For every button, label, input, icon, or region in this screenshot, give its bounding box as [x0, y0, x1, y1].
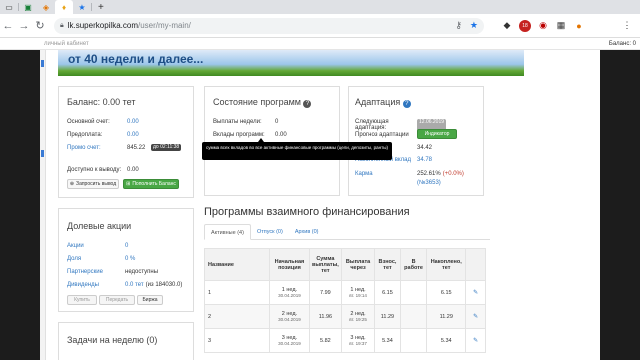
tab-kopilka[interactable]: ♦ — [55, 0, 73, 14]
back-icon[interactable]: ← — [0, 20, 16, 32]
shares-row: Доля 0 % — [67, 256, 136, 262]
page-content: от 40 недели и далее... Баланс: 0.00 тет… — [40, 50, 600, 360]
request-withdraw-button[interactable]: ⊕ Запросить вывод — [67, 179, 119, 189]
column-header — [465, 248, 486, 281]
table-header-row: Название Начальная позиция Сумма выплаты… — [203, 248, 486, 281]
program-state-row: Выплаты недели: 0 — [213, 119, 279, 125]
programs-title: Программы взаимного финансирования — [204, 206, 410, 218]
lock-icon: 🔒︎ — [60, 21, 64, 29]
new-tab-button[interactable]: + — [98, 2, 104, 13]
karma-rank-row: (№3653) — [417, 180, 441, 186]
url-host: lk.superkopilka.com — [67, 21, 138, 30]
left-scroll-strip — [40, 50, 46, 360]
program-state-row: Вклады программ: 0.00 — [213, 132, 287, 138]
extension-badge[interactable]: 18 — [519, 19, 531, 32]
sheets-icon: ▣ — [24, 2, 32, 12]
header-balance: Баланс: 0 — [608, 40, 636, 47]
strip-marker — [41, 60, 44, 67]
karma-rank[interactable]: (№3653) — [417, 180, 441, 186]
tab-sheets[interactable]: ▣ — [19, 0, 37, 14]
adaptation-title: Адаптация ? — [355, 97, 411, 108]
browser-toolbar: ← → ↻ 🔒︎ lk.superkopilka.com /user/my-ma… — [0, 14, 640, 38]
balance-title: Баланс: 0.00 тет — [67, 97, 136, 107]
profile-avatar[interactable]: ● — [570, 21, 588, 31]
shares-row: Акции 0 — [67, 243, 129, 249]
shares-panel: Долевые акции Акции 0 Доля 0 % Партнерск… — [58, 208, 194, 312]
karma-change: (+0.0%) — [442, 171, 464, 177]
tab-active[interactable]: Активные (4) — [204, 224, 251, 240]
tasks-title: Задачи на неделю (0) — [67, 335, 158, 345]
tab-extension[interactable]: ◈ — [37, 0, 55, 14]
shares-title: Долевые акции — [67, 221, 132, 231]
page-icon: ▭ — [5, 2, 13, 12]
browser-tab-bar: ▭ ▣ ◈ ♦ ★ + — [0, 0, 640, 14]
plus-icon: ⊞ — [126, 181, 131, 187]
column-header: Сумма выплаты, тет — [308, 248, 343, 281]
tab-starred[interactable]: ★ — [73, 0, 91, 14]
programs-tabs: Активные (4) Отпуск (0) Архив (0) — [204, 224, 490, 240]
balance-row: Основной счет: 0.00 — [67, 119, 139, 125]
adaptation-row: Карма 252.61% (+0.0%) — [355, 171, 464, 177]
topup-balance-button[interactable]: ⊞ Пополнить Баланс — [123, 179, 179, 189]
edit-icon[interactable]: ✎ — [473, 314, 478, 320]
table-row[interactable]: 1 1 нед. 30.04.2019 7.99 1 нед. вт. 19:14 … — [203, 280, 486, 305]
banner-title: от 40 недели и далее... — [68, 52, 204, 66]
help-icon[interactable]: ? — [402, 100, 411, 108]
exchange-button[interactable]: Биржа — [137, 295, 163, 305]
kopilka-icon: ♦ — [61, 2, 67, 12]
promo-timer-badge: до 02:11:38 — [151, 144, 182, 151]
shares-row: Дивиденды 0.0 тет (из 184030.0) — [67, 282, 183, 288]
tab-separator — [91, 3, 92, 11]
table-row[interactable]: 3 3 нед. 30.04.2019 5.82 3 нед. вт. 19:37 … — [203, 328, 486, 353]
menu-icon[interactable]: ⋮ — [618, 20, 636, 31]
url-path: /user/my-main/ — [137, 21, 191, 30]
transfer-button[interactable]: Передать — [99, 295, 135, 305]
column-header: Название — [203, 248, 271, 281]
edit-icon[interactable]: ✎ — [473, 338, 478, 344]
extension-puzzle-icon[interactable]: ◆ — [498, 20, 516, 31]
balance-row: Предоплата: 0.00 — [67, 132, 139, 138]
breadcrumb: личный кабинет — [44, 40, 89, 47]
programs-table: Название Начальная позиция Сумма выплаты… — [203, 248, 486, 353]
help-icon[interactable]: ? — [303, 100, 312, 108]
edit-icon[interactable]: ✎ — [473, 290, 478, 296]
column-header: Накоплено, тет — [426, 248, 467, 281]
tab-vacation[interactable]: Отпуск (0) — [251, 224, 289, 240]
column-header: Выплата через — [341, 248, 375, 281]
forecast-row: Прогноз адаптации — [355, 132, 409, 138]
balance-panel: Баланс: 0.00 тет Основной счет: 0.00 Пре… — [58, 86, 194, 198]
forward-icon[interactable]: → — [16, 20, 32, 32]
tasks-panel: Задачи на неделю (0) — [58, 322, 194, 360]
adaptation-panel: Адаптация ? Следующая адаптация: 12.06.2… — [348, 86, 484, 196]
bookmark-star-icon[interactable]: ★ — [470, 20, 478, 31]
star-icon: ★ — [78, 2, 86, 12]
column-header: Взнос, тет — [373, 248, 402, 281]
extension-icon[interactable]: ◉ — [534, 20, 552, 31]
extension-icon: ◈ — [42, 2, 50, 12]
indicator-button[interactable]: Индикатор — [417, 129, 457, 139]
buy-button[interactable]: Купить — [67, 295, 97, 305]
extension-icon[interactable]: ▦ — [552, 20, 570, 31]
tab-archive[interactable]: Архив (0) — [289, 224, 325, 240]
withdraw-row: Доступно к выводу: 0.00 — [67, 167, 139, 173]
address-bar[interactable]: 🔒︎ lk.superkopilka.com /user/my-main/ ⚷ … — [54, 17, 484, 34]
tab-page[interactable]: ▭ — [0, 0, 18, 14]
reload-icon[interactable]: ↻ — [32, 19, 48, 32]
shares-row: Партнерские недоступны — [67, 269, 159, 275]
site-header-strip: личный кабинет Баланс: 0 — [0, 38, 640, 50]
key-icon[interactable]: ⚷ — [455, 20, 462, 31]
tooltip: сумма всех вкладов во все активные финан… — [202, 138, 392, 160]
column-header: В работе — [400, 248, 428, 281]
program-state-panel: Состояние программ ? Выплаты недели: 0 В… — [204, 86, 340, 196]
withdraw-icon: ⊕ — [69, 181, 75, 187]
balance-row: Промо счет: 845.22 — [67, 145, 146, 151]
promo-banner[interactable]: от 40 недели и далее... — [58, 50, 524, 76]
program-state-title: Состояние программ ? — [213, 97, 312, 108]
strip-marker — [41, 150, 44, 157]
table-row[interactable]: 2 2 нед. 30.04.2019 11.96 2 нед. вт. 19:25… — [203, 304, 486, 329]
column-header: Начальная позиция — [269, 248, 310, 281]
